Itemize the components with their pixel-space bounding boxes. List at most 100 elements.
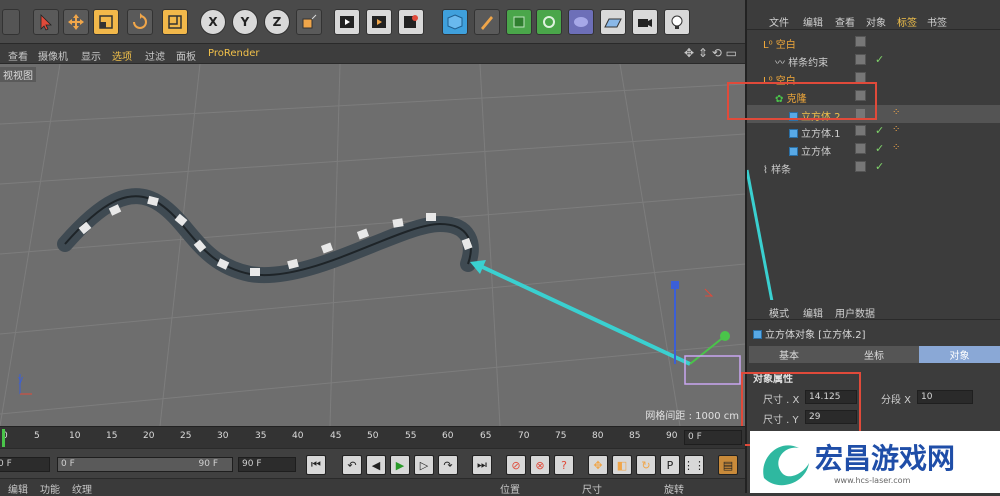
timeline-ruler[interactable]: 0 5 10 15 20 25 30 35 40 45 50 55 60 65 … — [0, 426, 745, 448]
mat-menu-texture[interactable]: 纹理 — [72, 481, 92, 496]
tick-label: 65 — [480, 431, 492, 441]
viewport-menu-filter[interactable]: 过滤 — [145, 48, 165, 63]
attribute-tabs: 基本 坐标 对象 — [749, 346, 1000, 363]
tick-label: 25 — [180, 431, 192, 441]
tick-label: 50 — [367, 431, 379, 441]
mat-menu-edit[interactable]: 编辑 — [8, 481, 28, 496]
move-tool-icon[interactable] — [63, 9, 89, 35]
tick-label: 60 — [442, 431, 454, 441]
mat-menu-function[interactable]: 功能 — [40, 481, 60, 496]
last-tool-icon[interactable] — [162, 9, 188, 35]
previous-key-icon[interactable]: ↶ — [342, 455, 362, 475]
tick-label: 35 — [255, 431, 267, 441]
rotate-tool-icon[interactable] — [127, 9, 153, 35]
key-parameter-icon[interactable]: P — [660, 455, 680, 475]
attr-menu-mode[interactable]: 模式 — [769, 305, 789, 320]
watermark-swirl-icon — [763, 445, 809, 486]
attr-menu-edit[interactable]: 编辑 — [803, 305, 823, 320]
tick-label: 10 — [69, 431, 81, 441]
playhead[interactable] — [2, 429, 5, 447]
playback-bar: 0 F 0 F 90 F 90 F ⏮ ↶ ◀ ▶ ▷ ↷ ⏭ ⊘ ⊗ ? ✥ … — [0, 448, 745, 478]
viewport-menu-options[interactable]: 选项 — [112, 48, 132, 63]
viewport-scene: y — [0, 64, 745, 426]
viewport-navigation-icon[interactable]: ✥ ⇕ ⟲ ▭ — [684, 46, 737, 60]
render-settings-icon[interactable] — [398, 9, 424, 35]
go-to-start-icon[interactable]: ⏮ — [306, 455, 326, 475]
key-rotation-icon[interactable]: ↻ — [636, 455, 656, 475]
subdivision-icon[interactable] — [506, 9, 532, 35]
menu-icon[interactable] — [2, 9, 20, 35]
render-view-icon[interactable] — [334, 9, 360, 35]
viewport-menu-prorender[interactable]: ProRender — [208, 48, 259, 59]
select-tool-icon[interactable] — [33, 9, 59, 35]
seg-x-field[interactable]: 10 — [917, 390, 973, 404]
tab-object[interactable]: 对象 — [919, 346, 1000, 363]
x-axis-lock-button[interactable]: X — [200, 9, 226, 35]
light-icon[interactable] — [664, 9, 690, 35]
seg-x-row: 分段 X — [881, 391, 911, 406]
coordinate-system-icon[interactable] — [296, 9, 322, 35]
previous-frame-icon[interactable]: ◀ — [366, 455, 386, 475]
key-pla-icon[interactable]: ⋮⋮ — [683, 455, 705, 475]
annotation-arrows — [747, 169, 774, 300]
z-axis-lock-button[interactable]: Z — [264, 9, 290, 35]
tick-label: 30 — [217, 431, 229, 441]
timeline-menu-icon[interactable]: ▤ — [718, 455, 738, 475]
attr-menu-userdata[interactable]: 用户数据 — [835, 305, 875, 320]
viewport-menu-display[interactable]: 显示 — [81, 48, 101, 63]
tick-label: 40 — [292, 431, 304, 441]
pen-spline-icon[interactable] — [474, 9, 500, 35]
tick-label: 85 — [629, 431, 641, 441]
play-icon[interactable]: ▶ — [390, 455, 410, 475]
cloner-icon[interactable] — [536, 9, 562, 35]
tick-label: 20 — [143, 431, 155, 441]
viewport-menu-camera[interactable]: 摄像机 — [38, 48, 68, 63]
record-icon[interactable]: ⊘ — [506, 455, 526, 475]
attribute-title: 立方体对象 [立方体.2] — [753, 326, 866, 341]
seg-x-label: 分段 X — [881, 395, 912, 406]
watermark-logo: 宏昌游戏网 www.hcs-laser.com — [750, 431, 1000, 493]
tick-label: 80 — [592, 431, 604, 441]
current-frame-field[interactable]: 0 F — [684, 430, 742, 445]
tick-label: 45 — [330, 431, 342, 441]
cube-icon — [753, 330, 762, 339]
cube-object-icon[interactable] — [442, 9, 468, 35]
key-scale-icon[interactable]: ◧ — [612, 455, 632, 475]
camera-icon[interactable] — [632, 9, 658, 35]
tick-label: 75 — [555, 431, 567, 441]
preview-range-slider[interactable]: 0 F 90 F — [57, 457, 233, 472]
tick-label: 90 — [666, 431, 678, 441]
go-to-end-icon[interactable]: ⏭ — [472, 455, 492, 475]
tick-label: 5 — [34, 431, 40, 441]
y-axis-lock-button[interactable]: Y — [232, 9, 258, 35]
key-position-icon[interactable]: ✥ — [588, 455, 608, 475]
range-start-label: 0 F — [61, 459, 75, 469]
next-key-icon[interactable]: ↷ — [438, 455, 458, 475]
viewport-menu-view[interactable]: 查看 — [8, 48, 28, 63]
deformer-icon[interactable] — [568, 9, 594, 35]
range-end-label: 90 F — [198, 459, 219, 469]
viewport-menu-panel[interactable]: 面板 — [176, 48, 196, 63]
attribute-manager-menu: 模式 编辑 用户数据 — [747, 300, 1000, 320]
coord-header-position: 位置 — [500, 485, 520, 496]
material-manager-menu: 编辑 功能 纹理 位置 尺寸 旋转 — [0, 478, 745, 496]
autokey-icon[interactable]: ⊗ — [530, 455, 550, 475]
tick-label: 70 — [518, 431, 530, 441]
floor-icon[interactable] — [600, 9, 626, 35]
scale-tool-icon[interactable] — [93, 9, 119, 35]
viewport-menu-bar: 查看 摄像机 显示 选项 过滤 面板 ProRender ✥ ⇕ ⟲ ▭ — [0, 44, 745, 64]
render-to-picture-viewer-icon[interactable] — [366, 9, 392, 35]
coord-header-size: 尺寸 — [582, 485, 602, 496]
end-frame-field[interactable]: 90 F — [238, 457, 296, 472]
right-panel: 文件 编辑 查看 对象 标签 书签 L⁰ 空白 〰 样条约束 ✓ L⁰ 空白 ✿… — [727, 0, 1000, 493]
tab-basic[interactable]: 基本 — [749, 346, 829, 363]
tab-coord[interactable]: 坐标 — [834, 346, 914, 363]
watermark-url: www.hcs-laser.com — [834, 476, 911, 485]
3d-viewport[interactable]: y 视视图 网格间距 : 1000 cm — [0, 64, 745, 426]
next-frame-icon[interactable]: ▷ — [414, 455, 434, 475]
tick-label: 15 — [106, 431, 118, 441]
coord-header-rotation: 旋转 — [664, 485, 684, 496]
tick-label: 55 — [405, 431, 417, 441]
keyframe-selection-icon[interactable]: ? — [554, 455, 574, 475]
start-frame-field[interactable]: 0 F — [0, 457, 50, 472]
